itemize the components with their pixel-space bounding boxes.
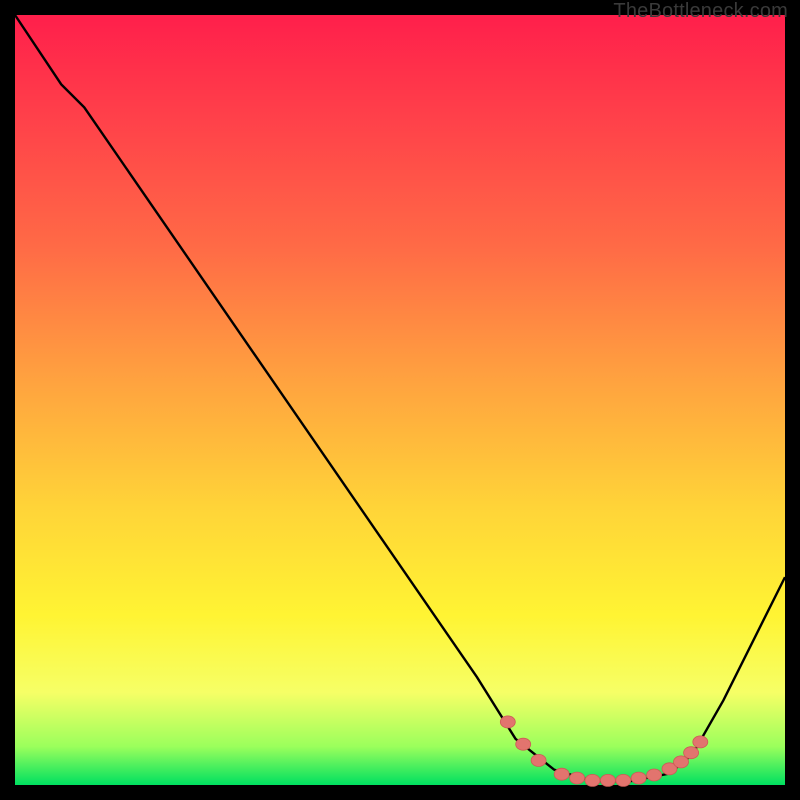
plot-area [15,15,785,785]
curve-marker [693,736,708,748]
curve-marker [531,754,546,766]
curve-marker [684,747,699,759]
curve-marker [500,716,515,728]
curve-marker [585,774,600,786]
curve-marker [647,769,662,781]
bottleneck-curve [15,15,785,781]
curve-layer [15,15,785,785]
curve-marker [554,768,569,780]
curve-marker [616,774,631,786]
curve-marker [600,774,615,786]
watermark-label: TheBottleneck.com [613,0,788,23]
curve-marker [631,772,646,784]
chart-stage: TheBottleneck.com [0,0,800,800]
curve-marker [570,772,585,784]
curve-marker [516,738,531,750]
